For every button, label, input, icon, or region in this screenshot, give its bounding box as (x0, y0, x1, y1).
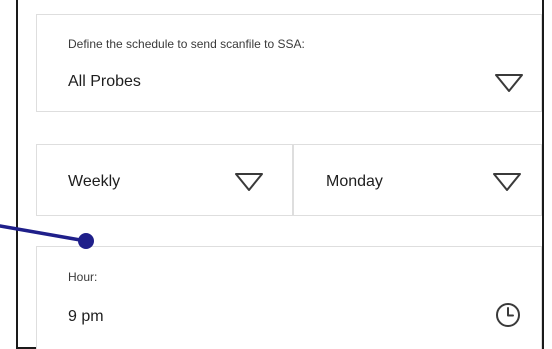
chevron-down-icon[interactable] (492, 172, 522, 192)
hour-label: Hour: (68, 270, 98, 284)
schedule-label: Define the schedule to send scanfile to … (68, 37, 305, 51)
hour-picker[interactable]: Hour: 9 pm (36, 246, 542, 349)
probe-dropdown[interactable]: Define the schedule to send scanfile to … (36, 14, 542, 112)
chevron-down-icon[interactable] (494, 73, 524, 93)
chevron-down-icon[interactable] (234, 172, 264, 192)
day-value: Monday (326, 173, 383, 190)
frequency-value: Weekly (68, 173, 121, 190)
frequency-dropdown[interactable]: Weekly (36, 144, 293, 216)
hour-value: 9 pm (68, 308, 104, 325)
day-dropdown[interactable]: Monday (293, 144, 542, 216)
clock-icon[interactable] (494, 301, 522, 329)
probe-value: All Probes (68, 73, 141, 90)
